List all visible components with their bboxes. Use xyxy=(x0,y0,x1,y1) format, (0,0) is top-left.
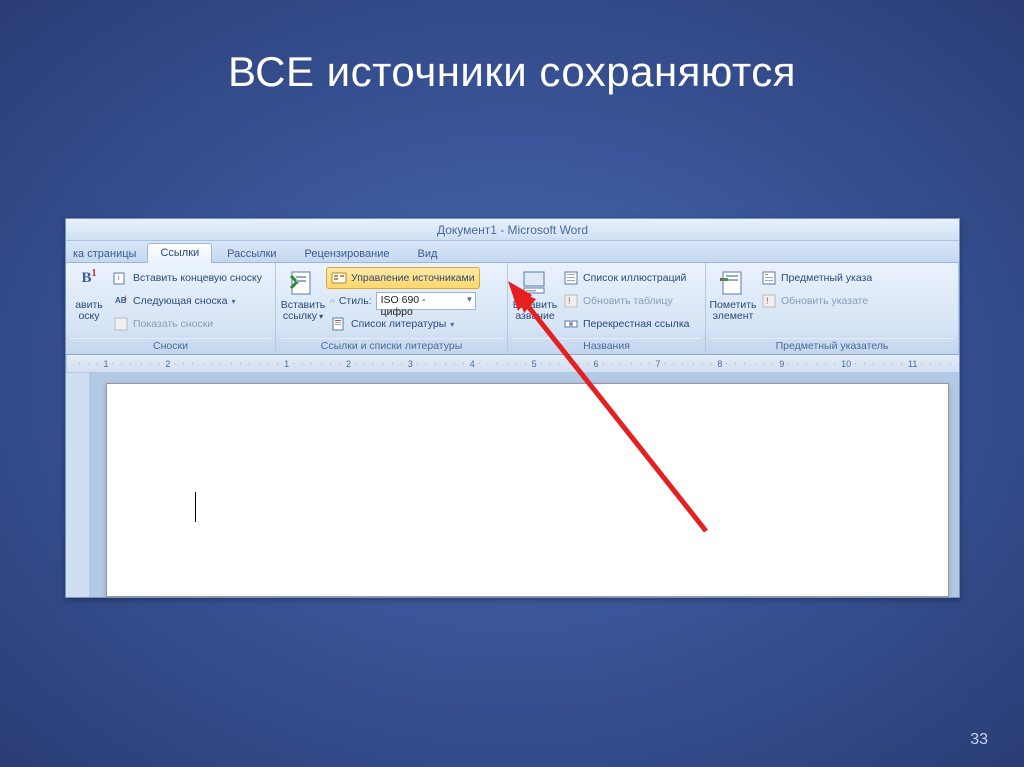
group-index: Пометитьэлемент Предметный указа ! Обнов… xyxy=(706,263,959,354)
document-area xyxy=(66,373,959,597)
insert-citation-button[interactable]: Вставитьссылку ▾ xyxy=(280,265,326,323)
word-screenshot: Документ1 - Microsoft Word ка страницы С… xyxy=(65,218,960,598)
style-icon xyxy=(330,299,335,304)
svg-text:!: ! xyxy=(568,296,571,306)
ribbon-tabs: ка страницы Ссылки Рассылки Рецензирован… xyxy=(66,241,959,263)
horizontal-ruler[interactable]: · · ·1· · ·· · ·2· · ·· · ·· · ·· · ·1· … xyxy=(66,355,959,373)
document-page[interactable] xyxy=(106,383,949,597)
tab-page-layout-partial[interactable]: ка страницы xyxy=(68,244,145,263)
mark-entry-button[interactable]: Пометитьэлемент xyxy=(710,265,756,323)
text-cursor xyxy=(195,492,196,522)
mark-entry-icon xyxy=(718,268,748,298)
group-label-footnotes: Сноски xyxy=(70,338,271,354)
footnote-small-buttons: i Вставить концевую сноску AB1 Следующая… xyxy=(108,265,267,335)
cross-ref-icon xyxy=(563,316,579,332)
insert-citation-icon xyxy=(288,268,318,298)
tab-review[interactable]: Рецензирование xyxy=(292,244,403,263)
group-footnotes: B1 авитьоску i Вставить концевую сноску … xyxy=(66,263,276,354)
tab-mailings[interactable]: Рассылки xyxy=(214,244,289,263)
insert-caption-icon xyxy=(520,268,550,298)
bibliography-icon xyxy=(331,316,347,332)
manage-sources-icon xyxy=(331,270,347,286)
svg-text:!: ! xyxy=(766,296,769,306)
ribbon: B1 авитьоску i Вставить концевую сноску … xyxy=(66,263,959,355)
next-footnote-button[interactable]: AB1 Следующая сноска ▾ xyxy=(108,290,267,312)
insert-index-button[interactable]: Предметный указа xyxy=(756,267,877,289)
insert-footnote-button[interactable]: B1 авитьоску xyxy=(70,265,108,323)
footnote-big-icon: B1 xyxy=(74,268,104,298)
citation-small-buttons: Управление источниками Стиль: ISO 690 - … xyxy=(326,265,480,335)
index-small-buttons: Предметный указа ! Обновить указате xyxy=(756,265,877,312)
svg-text:1: 1 xyxy=(124,296,128,302)
ruler-ticks: · · ·1· · ·· · ·2· · ·· · ·· · ·· · ·1· … xyxy=(67,359,959,369)
group-citations: Вставитьссылку ▾ Управление источниками … xyxy=(276,263,508,354)
window-titlebar: Документ1 - Microsoft Word xyxy=(66,219,959,241)
citation-style-combo[interactable]: ISO 690 - цифро xyxy=(376,292,476,310)
show-notes-icon xyxy=(113,316,129,332)
show-footnotes-button[interactable]: Показать сноски xyxy=(108,313,267,335)
update-index-icon: ! xyxy=(761,293,777,309)
next-footnote-icon: AB1 xyxy=(113,293,129,309)
tab-view[interactable]: Вид xyxy=(405,244,451,263)
tab-references[interactable]: Ссылки xyxy=(147,243,212,263)
insert-caption-button[interactable]: Вставитьазвание xyxy=(512,265,558,323)
update-index-button[interactable]: ! Обновить указате xyxy=(756,290,877,312)
group-label-captions: Названия xyxy=(512,338,701,354)
group-captions: Вставитьазвание Список иллюстраций ! Обн… xyxy=(508,263,706,354)
index-icon xyxy=(761,270,777,286)
insert-endnote-button[interactable]: i Вставить концевую сноску xyxy=(108,267,267,289)
update-table-button[interactable]: ! Обновить таблицу xyxy=(558,290,694,312)
figures-list-icon xyxy=(563,270,579,286)
group-label-index: Предметный указатель xyxy=(710,338,954,354)
citation-style-row: Стиль: ISO 690 - цифро xyxy=(326,290,480,312)
manage-sources-button[interactable]: Управление источниками xyxy=(326,267,480,289)
vertical-ruler[interactable] xyxy=(66,373,90,597)
slide-title: ВСЕ источники сохраняются xyxy=(0,48,1024,96)
update-table-icon: ! xyxy=(563,293,579,309)
group-label-citations: Ссылки и списки литературы xyxy=(280,338,503,354)
endnote-icon: i xyxy=(113,270,129,286)
cross-reference-button[interactable]: Перекрестная ссылка xyxy=(558,313,694,335)
table-of-figures-button[interactable]: Список иллюстраций xyxy=(558,267,694,289)
caption-small-buttons: Список иллюстраций ! Обновить таблицу Пе… xyxy=(558,265,694,335)
slide-number: 33 xyxy=(970,731,988,749)
